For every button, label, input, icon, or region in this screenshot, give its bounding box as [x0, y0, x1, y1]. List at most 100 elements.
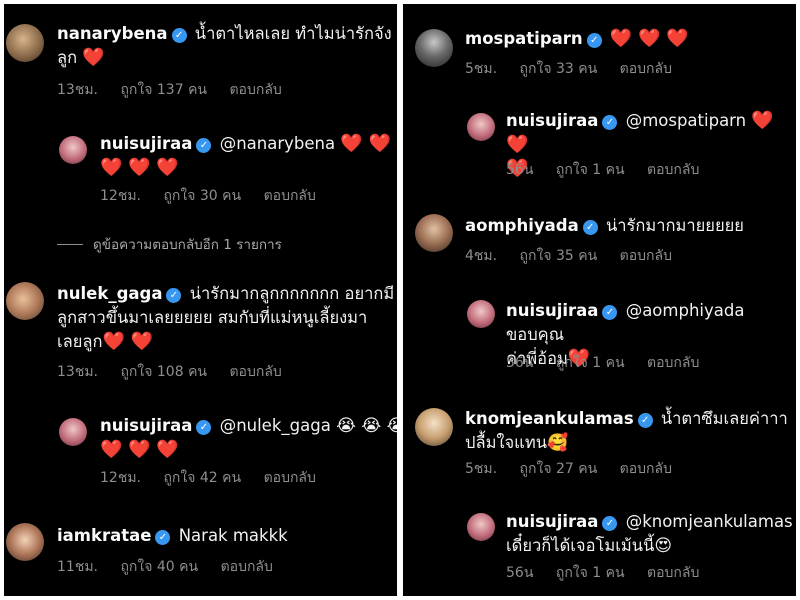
likes-count[interactable]: ถูกใจ 1 คน: [556, 162, 625, 178]
avatar[interactable]: [6, 282, 44, 320]
heart-emoji: ❤️ ❤️: [340, 133, 391, 154]
timestamp: 56น: [506, 162, 534, 178]
verified-badge-icon: ✓: [155, 530, 171, 545]
comment-text: เลยลูก: [57, 332, 103, 351]
reply-button[interactable]: ตอบกลับ: [647, 565, 699, 581]
username[interactable]: nanarybena: [57, 24, 168, 43]
comment-body: nulek_gaga ✓ น่ารักมากลูกกกกกกก อยากมี ลู…: [57, 282, 397, 354]
timestamp: 5ชม.: [465, 61, 498, 77]
username[interactable]: nuisujiraa: [100, 134, 192, 153]
avatar[interactable]: [467, 300, 495, 328]
comment-body: iamkratae ✓ Narak makkk: [57, 524, 392, 548]
likes-count[interactable]: ถูกใจ 27 คน: [520, 461, 598, 477]
username[interactable]: nuisujiraa: [506, 111, 598, 130]
reply-meta: 56น ถูกใจ 1 คน ตอบกลับ: [506, 354, 717, 372]
likes-count[interactable]: ถูกใจ 40 คน: [120, 559, 198, 575]
heart-eyes-emoji: 😍: [654, 536, 673, 556]
verified-badge-icon: ✓: [602, 115, 618, 130]
mention-link[interactable]: @nulek_gaga: [220, 416, 331, 435]
avatar[interactable]: [59, 136, 87, 164]
heart-emoji: ❤️ ❤️ ❤️: [609, 28, 689, 49]
likes-count[interactable]: ถูกใจ 33 คน: [520, 61, 598, 77]
comment-body: mospatiparn ✓ ❤️ ❤️ ❤️: [465, 27, 790, 51]
comments-panel-left: nanarybena ✓ น้ำตาไหลเลย ทำไมน่ารักจัง ลู…: [4, 4, 397, 596]
verified-badge-icon: ✓: [166, 288, 182, 303]
reply-button[interactable]: ตอบกลับ: [620, 461, 672, 477]
avatar[interactable]: [6, 24, 44, 62]
timestamp: 4ชม.: [465, 248, 498, 264]
likes-count[interactable]: ถูกใจ 108 คน: [120, 364, 207, 380]
verified-badge-icon: ✓: [637, 413, 653, 428]
reply-button[interactable]: ตอบกลับ: [264, 470, 316, 486]
comment-meta: 4ชม. ถูกใจ 35 คน ตอบกลับ: [465, 247, 690, 265]
username[interactable]: mospatiparn: [465, 29, 583, 48]
timestamp: 56น: [506, 565, 534, 581]
reply-button[interactable]: ตอบกลับ: [264, 188, 316, 204]
likes-count[interactable]: ถูกใจ 1 คน: [556, 355, 625, 371]
smiling-hearts-emoji: 🥰: [546, 433, 569, 453]
mention-link[interactable]: @aomphiyada: [626, 301, 745, 320]
comment-text: ลูก: [57, 48, 78, 67]
view-replies-button[interactable]: ดูข้อความตอบกลับอีก 1 รายการ: [57, 233, 282, 255]
username[interactable]: aomphiyada: [465, 216, 579, 235]
verified-badge-icon: ✓: [196, 420, 212, 435]
timestamp: 56น: [506, 355, 534, 371]
comment-meta: 13ชม. ถูกใจ 108 คน ตอบกลับ: [57, 363, 300, 381]
reply-meta: 12ชม. ถูกใจ 30 คน ตอบกลับ: [100, 187, 334, 205]
comment-meta: 11ชม. ถูกใจ 40 คน ตอบกลับ: [57, 558, 291, 576]
reply-meta: 56น ถูกใจ 1 คน ตอบกลับ: [506, 564, 717, 582]
timestamp: 11ชม.: [57, 559, 98, 575]
comment-text: ปลื้มใจแทน: [465, 433, 547, 452]
likes-count[interactable]: ถูกใจ 30 คน: [163, 188, 241, 204]
avatar[interactable]: [467, 113, 495, 141]
username[interactable]: iamkratae: [57, 526, 151, 545]
verified-badge-icon: ✓: [602, 305, 618, 320]
username[interactable]: nuisujiraa: [506, 512, 598, 531]
comment-text: น่ารักมากมายยยยย: [605, 216, 744, 235]
comment-text: น้ำตาไหลเลย ทำไมน่ารักจัง: [194, 24, 392, 43]
reply-body: nuisujiraa ✓ @knomjeankulamas เดี๋ยวก็ได้…: [506, 510, 794, 558]
mention-link[interactable]: @mospatiparn: [626, 111, 746, 130]
verified-badge-icon: ✓: [602, 516, 618, 531]
comment-text: น่ารักมากลูกกกกกกก อยากมี: [189, 284, 395, 303]
reply-button[interactable]: ตอบกลับ: [229, 364, 281, 380]
avatar[interactable]: [415, 29, 453, 67]
crying-emoji: 😭 😭 😭: [336, 416, 397, 436]
heart-emoji: ❤️ ❤️: [102, 331, 154, 352]
likes-count[interactable]: ถูกใจ 42 คน: [163, 470, 241, 486]
likes-count[interactable]: ถูกใจ 137 คน: [120, 82, 207, 98]
comment-body: aomphiyada ✓ น่ารักมากมายยยยย: [465, 214, 790, 238]
username[interactable]: knomjeankulamas: [465, 409, 634, 428]
verified-badge-icon: ✓: [196, 138, 212, 153]
comment-body: nanarybena ✓ น้ำตาไหลเลย ทำไมน่ารักจัง ลู…: [57, 22, 392, 70]
reply-body: nuisujiraa ✓ @nanarybena ❤️ ❤️ ❤️ ❤️ ❤️: [100, 132, 395, 180]
verified-badge-icon: ✓: [582, 220, 598, 235]
comment-text: ลูกสาวขึ้นมาเลยยยยย สมกับที่แม่หนูเลี้ยง…: [57, 308, 368, 327]
username[interactable]: nulek_gaga: [57, 284, 162, 303]
comment-meta: 5ชม. ถูกใจ 27 คน ตอบกลับ: [465, 460, 690, 478]
username[interactable]: nuisujiraa: [506, 301, 598, 320]
avatar[interactable]: [467, 513, 495, 541]
reply-body: nuisujiraa ✓ @nulek_gaga 😭 😭 😭 ❤️ ❤️ ❤️: [100, 414, 397, 462]
avatar[interactable]: [6, 523, 44, 561]
likes-count[interactable]: ถูกใจ 1 คน: [556, 565, 625, 581]
reply-button[interactable]: ตอบกลับ: [620, 61, 672, 77]
timestamp: 12ชม.: [100, 470, 141, 486]
timestamp: 13ชม.: [57, 82, 98, 98]
reply-button[interactable]: ตอบกลับ: [229, 82, 281, 98]
timestamp: 12ชม.: [100, 188, 141, 204]
avatar[interactable]: [59, 418, 87, 446]
comment-meta: 5ชม. ถูกใจ 33 คน ตอบกลับ: [465, 60, 690, 78]
reply-button[interactable]: ตอบกลับ: [620, 248, 672, 264]
username[interactable]: nuisujiraa: [100, 416, 192, 435]
reply-button[interactable]: ตอบกลับ: [647, 162, 699, 178]
mention-link[interactable]: @knomjeankulamas: [626, 512, 793, 531]
mention-link[interactable]: @nanarybena: [220, 134, 335, 153]
avatar[interactable]: [415, 214, 453, 252]
comments-panel-right: mospatiparn ✓ ❤️ ❤️ ❤️ 5ชม. ถูกใจ 33 คน ต…: [403, 4, 796, 596]
reply-button[interactable]: ตอบกลับ: [221, 559, 273, 575]
avatar[interactable]: [415, 408, 453, 446]
likes-count[interactable]: ถูกใจ 35 คน: [520, 248, 598, 264]
verified-badge-icon: ✓: [171, 28, 187, 43]
reply-button[interactable]: ตอบกลับ: [647, 355, 699, 371]
